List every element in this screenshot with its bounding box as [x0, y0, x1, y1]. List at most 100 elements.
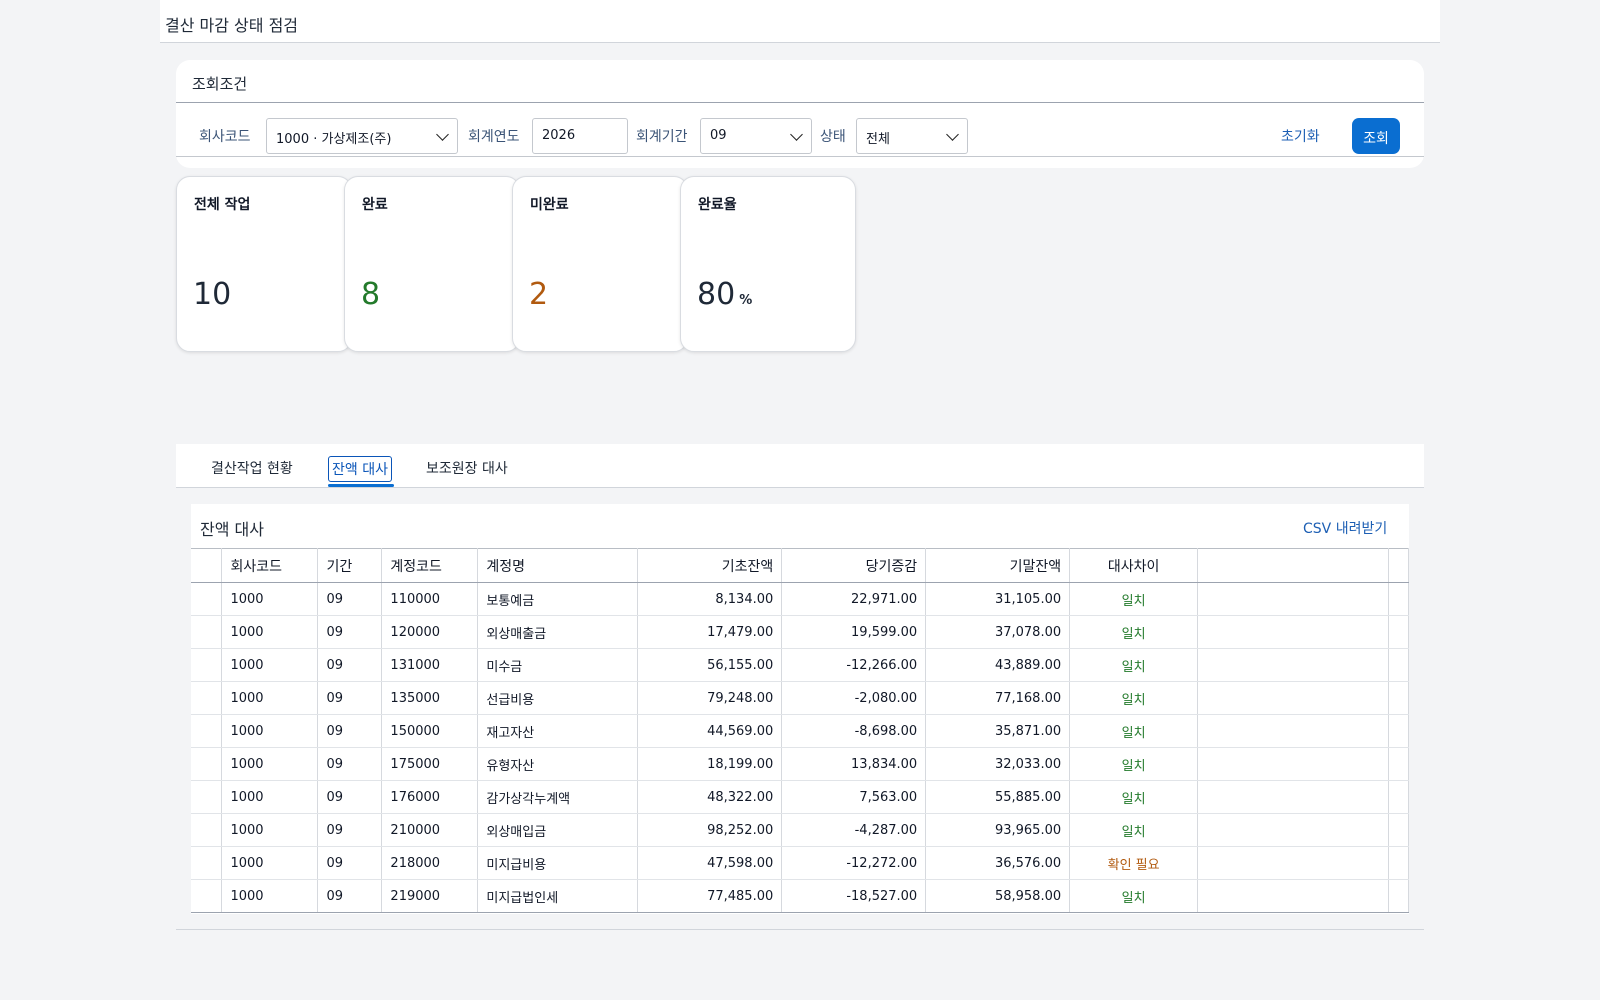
app-shell: 결산 마감 상태 점검 조회조건 회사코드 1000 · 가상제조(주) 회계연… — [160, 0, 1440, 1000]
scrollbar-track[interactable] — [1388, 879, 1410, 913]
company-select-value: 1000 · 가상제조(주) — [276, 132, 392, 147]
kpi-title: 미완료 — [530, 197, 569, 213]
filler-cell — [1197, 615, 1389, 649]
row-selector[interactable] — [191, 582, 223, 616]
period-cell: 09 — [317, 648, 383, 682]
period-label: 회계기간 — [636, 129, 688, 145]
year-label: 회계연도 — [468, 129, 520, 145]
search-button[interactable]: 조회 — [1352, 118, 1400, 154]
column-header[interactable]: 기간 — [317, 548, 383, 583]
closing-balance-cell: 36,576.00 — [925, 846, 1071, 880]
column-header[interactable]: 당기증감 — [781, 548, 927, 583]
table-row[interactable]: 1000 09 110000 보통예금 8,134.00 22,971.00 31,105.… — [191, 582, 1410, 616]
change-cell: -2,080.00 — [781, 681, 927, 715]
row-selector-header[interactable] — [191, 548, 223, 583]
table-row[interactable]: 1000 09 135000 선급비용 79,248.00 -2,080.00 77,168… — [191, 681, 1410, 715]
table-row[interactable]: 1000 09 219000 미지급법인세 77,485.00 -18,527.00 58,… — [191, 879, 1410, 913]
reset-button[interactable]: 초기화 — [1281, 126, 1320, 146]
company-code-cell: 1000 — [221, 615, 319, 649]
tab-balance-reconciliation[interactable]: 잔액 대사 — [328, 456, 392, 482]
column-header[interactable]: 회사코드 — [221, 548, 319, 583]
row-selector[interactable] — [191, 615, 223, 649]
scrollbar-track[interactable] — [1388, 747, 1410, 781]
row-selector[interactable] — [191, 648, 223, 682]
company-code-cell: 1000 — [221, 714, 319, 748]
table-title: 잔액 대사 — [200, 520, 264, 539]
column-header[interactable]: 계정명 — [477, 548, 639, 583]
column-header[interactable]: 기말잔액 — [925, 548, 1071, 583]
scrollbar-track[interactable] — [1388, 846, 1410, 880]
company-label: 회사코드 — [199, 129, 251, 145]
row-selector[interactable] — [191, 714, 223, 748]
table-header-row: 회사코드 기간 계정코드 계정명 기초잔액 당기증감 기말잔액 대사차이 — [191, 548, 1410, 583]
table-row[interactable]: 1000 09 210000 외상매입금 98,252.00 -4,287.00 93,96… — [191, 813, 1410, 847]
column-header[interactable]: 계정코드 — [381, 548, 479, 583]
kpi-value: 10 — [193, 277, 232, 312]
table-row[interactable]: 1000 09 176000 감가상각누계액 48,322.00 7,563.00 55,8… — [191, 780, 1410, 814]
row-selector[interactable] — [191, 681, 223, 715]
tab-bar: 결산작업 현황 잔액 대사 보조원장 대사 — [176, 444, 1424, 488]
row-selector[interactable] — [191, 846, 223, 880]
divider — [176, 929, 1424, 930]
account-name-cell: 보통예금 — [477, 582, 639, 616]
row-selector[interactable] — [191, 747, 223, 781]
active-tab-indicator — [328, 484, 394, 487]
account-name-cell: 미수금 — [477, 648, 639, 682]
change-cell: -4,287.00 — [781, 813, 927, 847]
tab-closing-tasks[interactable]: 결산작업 현황 — [208, 456, 296, 480]
row-selector[interactable] — [191, 813, 223, 847]
scrollbar-track[interactable] — [1388, 780, 1410, 814]
column-header[interactable]: 대사차이 — [1069, 548, 1199, 583]
csv-download-button[interactable]: CSV 내려받기 — [1303, 518, 1387, 538]
change-cell: 7,563.00 — [781, 780, 927, 814]
closing-balance-cell: 43,889.00 — [925, 648, 1071, 682]
kpi-value: 80% — [697, 277, 753, 312]
table-row[interactable]: 1000 09 150000 재고자산 44,569.00 -8,698.00 35,871… — [191, 714, 1410, 748]
year-input[interactable]: 2026 — [532, 118, 628, 154]
scrollbar-track[interactable] — [1388, 615, 1410, 649]
period-select[interactable]: 09 — [700, 118, 812, 154]
opening-balance-cell: 79,248.00 — [637, 681, 783, 715]
table-row[interactable]: 1000 09 131000 미수금 56,155.00 -12,266.00 43,889… — [191, 648, 1410, 682]
difference-cell: 확인 필요 — [1069, 846, 1199, 880]
company-code-cell: 1000 — [221, 681, 319, 715]
period-cell: 09 — [317, 813, 383, 847]
table-row[interactable]: 1000 09 120000 외상매출금 17,479.00 19,599.00 37,07… — [191, 615, 1410, 649]
kpi-card-pending: 미완료 2 — [512, 176, 688, 352]
account-name-cell: 외상매입금 — [477, 813, 639, 847]
closing-balance-cell: 31,105.00 — [925, 582, 1071, 616]
account-code-cell: 135000 — [381, 681, 479, 715]
filler-cell — [1197, 846, 1389, 880]
scrollbar-track[interactable] — [1388, 714, 1410, 748]
table-row[interactable]: 1000 09 218000 미지급비용 47,598.00 -12,272.00 36,5… — [191, 846, 1410, 880]
table-row[interactable]: 1000 09 175000 유형자산 18,199.00 13,834.00 32,033… — [191, 747, 1410, 781]
filler-cell — [1197, 681, 1389, 715]
status-label: 상태 — [820, 129, 846, 145]
filter-panel: 조회조건 회사코드 1000 · 가상제조(주) 회계연도 2026 회계기간 … — [176, 60, 1424, 168]
account-name-cell: 유형자산 — [477, 747, 639, 781]
chevron-down-icon — [790, 128, 803, 141]
period-cell: 09 — [317, 747, 383, 781]
status-select[interactable]: 전체 — [856, 118, 968, 154]
company-code-cell: 1000 — [221, 582, 319, 616]
account-name-cell: 선급비용 — [477, 681, 639, 715]
closing-balance-cell: 58,958.00 — [925, 879, 1071, 913]
row-selector[interactable] — [191, 780, 223, 814]
column-header[interactable]: 기초잔액 — [637, 548, 783, 583]
divider — [176, 156, 1424, 157]
closing-balance-cell: 77,168.00 — [925, 681, 1071, 715]
row-selector[interactable] — [191, 879, 223, 913]
filler-cell — [1197, 813, 1389, 847]
company-select[interactable]: 1000 · 가상제조(주) — [266, 118, 458, 154]
tab-subledger-reconciliation[interactable]: 보조원장 대사 — [423, 456, 511, 480]
scrollbar-track[interactable] — [1388, 582, 1410, 616]
account-code-cell: 150000 — [381, 714, 479, 748]
account-code-cell: 120000 — [381, 615, 479, 649]
scrollbar-track[interactable] — [1388, 681, 1410, 715]
filler-cell — [1197, 714, 1389, 748]
scrollbar-track[interactable] — [1388, 648, 1410, 682]
difference-cell: 일치 — [1069, 615, 1199, 649]
account-name-cell: 미지급법인세 — [477, 879, 639, 913]
difference-cell: 일치 — [1069, 813, 1199, 847]
scrollbar-track[interactable] — [1388, 813, 1410, 847]
